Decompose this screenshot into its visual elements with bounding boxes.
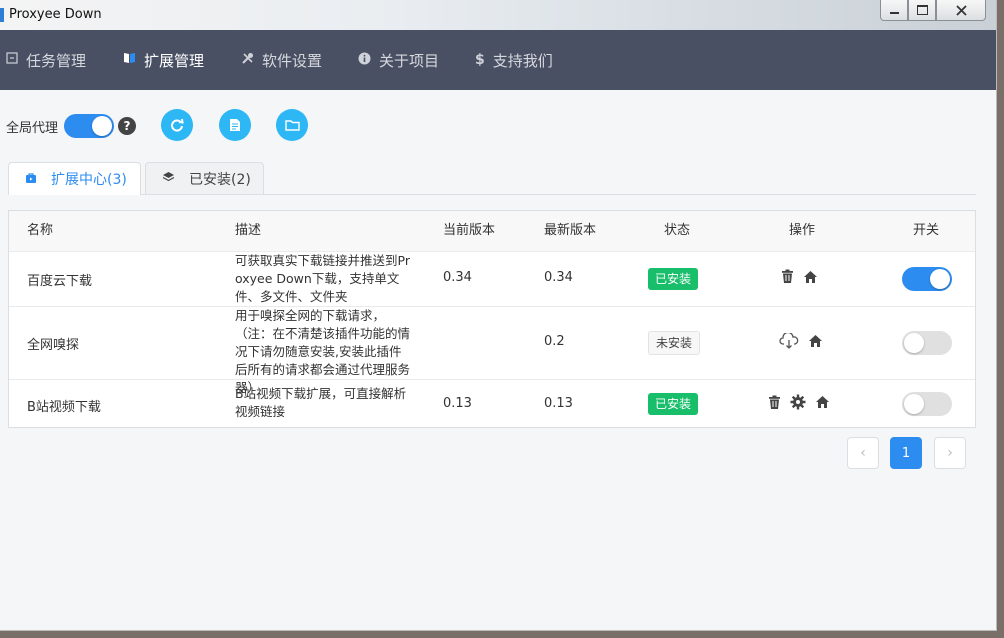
settings-gear-icon[interactable] — [790, 394, 806, 410]
info-icon — [358, 52, 371, 69]
row-actions — [781, 269, 827, 284]
extension-description: B站视频下载扩展，可直接解析视频链接 — [235, 386, 407, 419]
page-number-button[interactable]: 1 — [890, 437, 922, 469]
dollar-icon: $ — [475, 52, 485, 68]
home-icon[interactable] — [808, 334, 823, 348]
window-title: Proxyee Down — [9, 7, 102, 22]
close-button[interactable] — [936, 0, 986, 21]
nav-software-settings[interactable]: 软件设置 — [241, 30, 322, 90]
minimize-icon — [889, 12, 899, 14]
header-name: 名称 — [27, 223, 54, 238]
maximize-button[interactable] — [908, 0, 936, 21]
folder-icon — [284, 120, 300, 131]
extension-icon — [123, 52, 136, 68]
delete-icon[interactable] — [768, 395, 781, 410]
nav-about-project[interactable]: 关于项目 — [358, 30, 439, 90]
status-badge: 已安装 — [648, 393, 699, 415]
next-page-button[interactable]: › — [934, 437, 966, 469]
header-actions: 操作 — [789, 223, 816, 238]
nav-task-label: 任务管理 — [26, 51, 87, 70]
row-actions — [768, 394, 839, 410]
maximize-icon — [916, 5, 928, 15]
folder-button[interactable] — [276, 109, 308, 141]
toggle-knob — [904, 333, 924, 353]
extension-switch[interactable] — [902, 392, 952, 416]
current-version: 0.13 — [443, 396, 472, 411]
global-proxy-toggle[interactable] — [64, 114, 115, 138]
home-icon[interactable] — [815, 395, 830, 409]
nav-settings-label: 软件设置 — [262, 51, 323, 70]
close-icon — [955, 4, 967, 16]
toggle-knob — [904, 394, 924, 414]
extension-table: 名称 描述 当前版本 最新版本 状态 操作 开关 百度云下载 可获取真实下载链接… — [8, 210, 976, 428]
task-icon — [6, 52, 18, 68]
row-actions — [779, 333, 832, 349]
toggle-knob — [930, 269, 950, 289]
extension-tabs: 扩展中心(3) 已安装(2) — [8, 162, 976, 195]
home-icon[interactable] — [803, 270, 818, 284]
extension-name: B站视频下载 — [27, 400, 101, 415]
table-row: 全网嗅探 用于嗅探全网的下载请求，（注：在不清楚该插件功能的情况下请勿随意安装,… — [9, 307, 975, 395]
latest-version: 0.13 — [544, 396, 573, 411]
tab-installed-label: 已安装(2) — [189, 171, 251, 188]
download-cloud-icon[interactable] — [779, 333, 799, 349]
minimize-button[interactable] — [880, 0, 908, 21]
status-badge: 已安装 — [648, 268, 699, 290]
status-badge: 未安装 — [648, 331, 701, 355]
extension-description: 可获取真实下载链接并推送到Proxyee Down下载，支持单文件、多文件、文件… — [235, 253, 410, 304]
help-icon[interactable]: ? — [118, 117, 137, 135]
global-proxy-label: 全局代理 — [6, 120, 59, 136]
tab-extension-center-label: 扩展中心(3) — [51, 172, 127, 188]
document-icon — [230, 119, 240, 131]
header-latest-version: 最新版本 — [544, 223, 597, 238]
header-description: 描述 — [235, 223, 262, 238]
app-window: Proxyee Down 任务管理 扩展管理 软件设置 关于项目 $ 支持我们 … — [0, 0, 997, 631]
tab-extension-center[interactable]: 扩展中心(3) — [8, 162, 141, 195]
extension-switch[interactable] — [902, 267, 952, 291]
proxy-toolbar: 全局代理 ? — [6, 110, 137, 142]
document-button[interactable] — [219, 109, 251, 141]
wrench-icon — [241, 52, 254, 69]
latest-version: 0.34 — [544, 270, 573, 285]
header-status: 状态 — [664, 223, 691, 238]
header-switch: 开关 — [913, 223, 940, 238]
nav-extension-management[interactable]: 扩展管理 — [123, 30, 204, 90]
bag-icon — [25, 172, 37, 187]
current-version: 0.34 — [443, 270, 472, 285]
extension-name: 百度云下载 — [27, 274, 93, 289]
toggle-knob — [92, 116, 113, 136]
refresh-icon — [171, 118, 184, 132]
title-bar[interactable]: Proxyee Down — [0, 0, 996, 30]
layers-icon — [162, 171, 175, 186]
nav-extension-label: 扩展管理 — [144, 51, 205, 70]
delete-icon[interactable] — [781, 269, 794, 284]
app-icon — [0, 8, 4, 22]
header-current-version: 当前版本 — [443, 223, 496, 238]
table-row: 百度云下载 可获取真实下载链接并推送到Proxyee Down下载，支持单文件、… — [9, 252, 975, 307]
refresh-button[interactable] — [161, 109, 193, 141]
extension-name: 全网嗅探 — [27, 338, 80, 353]
main-navbar: 任务管理 扩展管理 软件设置 关于项目 $ 支持我们 — [0, 30, 996, 90]
latest-version: 0.2 — [544, 334, 565, 349]
tab-installed[interactable]: 已安装(2) — [145, 162, 264, 194]
table-header: 名称 描述 当前版本 最新版本 状态 操作 开关 — [9, 211, 975, 252]
prev-page-button[interactable]: ‹ — [847, 437, 879, 469]
table-row: B站视频下载 B站视频下载扩展，可直接解析视频链接 0.13 0.13 已安装 — [9, 380, 975, 426]
extension-switch[interactable] — [902, 331, 952, 355]
nav-about-label: 关于项目 — [379, 51, 440, 70]
nav-support-label: 支持我们 — [492, 51, 553, 70]
nav-task-management[interactable]: 任务管理 — [6, 30, 86, 90]
nav-support-us[interactable]: $ 支持我们 — [475, 30, 553, 90]
